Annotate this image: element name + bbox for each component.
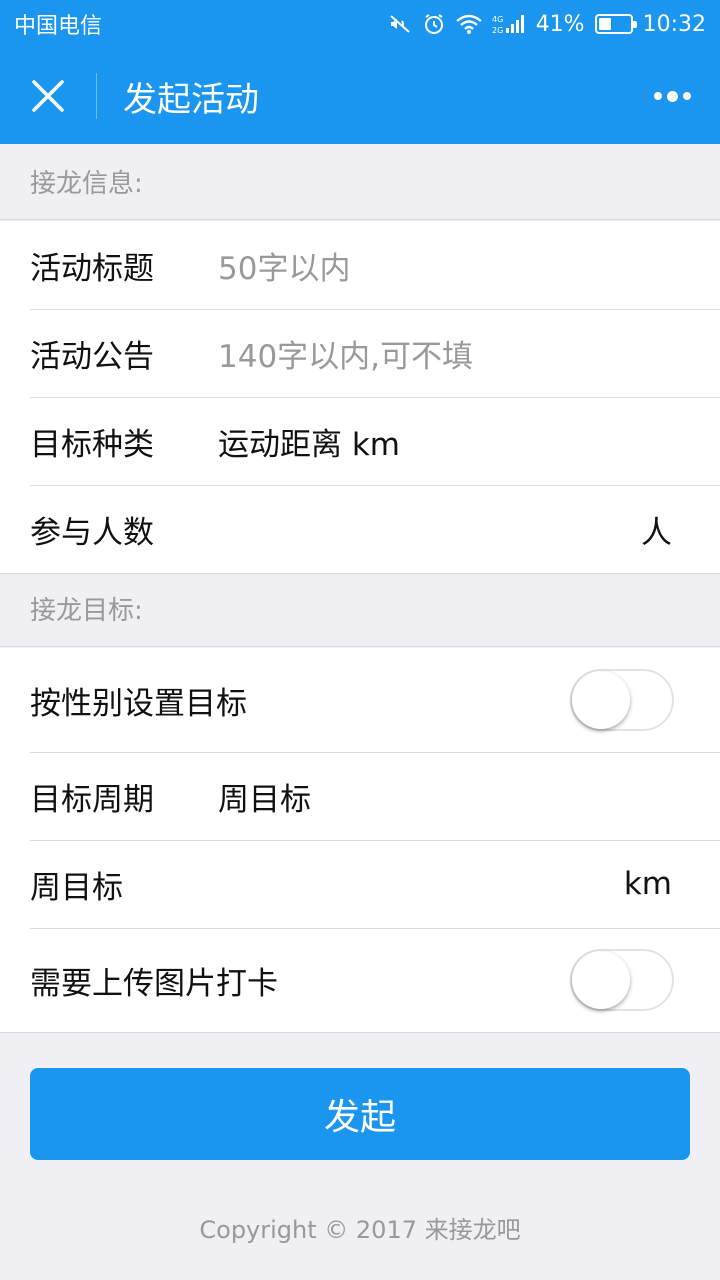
notice-row[interactable]: 活动公告 140字以内,可不填 [0,309,720,397]
gender-target-label: 按性别设置目标 [30,685,247,722]
weekly-target-row[interactable]: 周目标 km [0,840,720,928]
close-icon [32,80,64,112]
copyright-text: Copyright © 2017 来接龙吧 [199,1216,521,1244]
participants-unit: 人 [641,514,672,551]
toggle-knob [572,951,630,1009]
info-group: 活动标题 50字以内 活动公告 140字以内,可不填 目标种类 运动距离 km … [0,221,720,574]
notice-label: 活动公告 [30,338,154,375]
status-bar: 中国电信 4G 2G 41% 10:32 [0,0,720,48]
photo-checkin-label: 需要上传图片打卡 [30,965,278,1002]
mute-icon [388,12,412,36]
close-button[interactable] [0,48,96,144]
svg-text:4G: 4G [492,15,503,24]
gender-target-row: 按性别设置目标 [0,648,720,752]
weekly-target-label: 周目标 [30,869,123,906]
gender-target-toggle[interactable] [570,669,674,731]
target-group: 按性别设置目标 目标周期 周目标 周目标 km 需要上传图片打卡 [0,648,720,1033]
info-section-header: 接龙信息: [0,144,720,220]
clock: 10:32 [642,11,706,37]
page-title: 发起活动 [123,79,259,120]
battery-icon [594,14,637,34]
svg-text:2G: 2G [492,26,503,35]
submit-button[interactable]: 发起 [30,1068,690,1160]
notice-input[interactable]: 140字以内,可不填 [218,331,690,376]
participants-label: 参与人数 [30,514,154,551]
photo-checkin-row: 需要上传图片打卡 [0,928,720,1032]
target-section-header: 接龙目标: [0,571,720,647]
title-row[interactable]: 活动标题 50字以内 [0,221,720,309]
period-row[interactable]: 目标周期 周目标 [0,752,720,840]
alarm-icon [422,12,446,36]
photo-checkin-toggle[interactable] [570,949,674,1011]
wifi-icon [455,13,482,35]
carrier-name: 中国电信 [14,14,103,39]
period-select[interactable]: 周目标 [218,774,690,819]
battery-percent: 41% [535,11,585,37]
toggle-knob [572,671,630,729]
more-button[interactable] [624,48,720,144]
status-icons: 4G 2G 41% 10:32 [388,12,706,37]
nav-bar: 发起活动 [0,48,720,144]
period-label: 目标周期 [30,781,154,818]
title-label: 活动标题 [30,250,154,287]
nav-divider [96,73,97,119]
target-type-label: 目标种类 [30,426,154,463]
title-input[interactable]: 50字以内 [218,243,690,288]
weekly-target-unit: km [623,866,672,902]
target-type-select[interactable]: 运动距离 km [218,419,690,464]
more-icon [653,90,691,102]
participants-row[interactable]: 参与人数 人 [0,485,720,573]
target-type-row[interactable]: 目标种类 运动距离 km [0,397,720,485]
battery-fill [598,18,611,30]
signal-icon: 4G 2G [492,13,526,35]
